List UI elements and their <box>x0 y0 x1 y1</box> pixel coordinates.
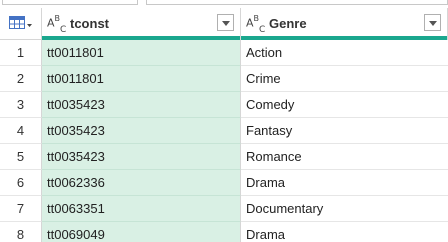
text-type-icon[interactable]: ABC <box>47 14 66 35</box>
cell-tconst[interactable]: tt0011801 <box>42 66 241 92</box>
column-filter-dropdown[interactable] <box>217 14 234 31</box>
column-title: tconst <box>70 16 109 31</box>
cell-genre[interactable]: Documentary <box>241 196 448 222</box>
cell-tconst[interactable]: tt0062336 <box>42 170 241 196</box>
row-number[interactable]: 4 <box>0 118 42 144</box>
grid-header: ABC tconst ABC Genre <box>0 8 448 40</box>
row-number[interactable]: 7 <box>0 196 42 222</box>
cell-genre[interactable]: Fantasy <box>241 118 448 144</box>
grid-rows: 1 tt0011801 Action 2 tt0011801 Crime 3 t… <box>0 40 448 242</box>
text-type-icon[interactable]: ABC <box>246 14 265 35</box>
table-row: 7 tt0063351 Documentary <box>0 196 448 222</box>
cell-genre[interactable]: Drama <box>241 222 448 242</box>
table-menu-button[interactable] <box>0 8 42 40</box>
cell-tconst[interactable]: tt0035423 <box>42 118 241 144</box>
table-row: 5 tt0035423 Romance <box>0 144 448 170</box>
row-number[interactable]: 1 <box>0 40 42 66</box>
row-number[interactable]: 6 <box>0 170 42 196</box>
table-row: 8 tt0069049 Drama <box>0 222 448 242</box>
table-row: 6 tt0062336 Drama <box>0 170 448 196</box>
cell-genre[interactable]: Drama <box>241 170 448 196</box>
cell-tconst[interactable]: tt0011801 <box>42 40 241 66</box>
cell-genre[interactable]: Action <box>241 40 448 66</box>
table-icon <box>9 16 32 29</box>
column-filter-dropdown[interactable] <box>424 14 441 31</box>
formula-bar-strip <box>0 0 448 6</box>
table-row: 2 tt0011801 Crime <box>0 66 448 92</box>
column-header-genre[interactable]: ABC Genre <box>241 8 448 40</box>
cell-tconst[interactable]: tt0069049 <box>42 222 241 242</box>
row-number[interactable]: 8 <box>0 222 42 242</box>
row-number[interactable]: 5 <box>0 144 42 170</box>
column-header-tconst[interactable]: ABC tconst <box>42 8 241 40</box>
formula-box[interactable] <box>146 0 448 5</box>
row-number[interactable]: 2 <box>0 66 42 92</box>
cell-genre[interactable]: Comedy <box>241 92 448 118</box>
table-row: 4 tt0035423 Fantasy <box>0 118 448 144</box>
row-number[interactable]: 3 <box>0 92 42 118</box>
cell-tconst[interactable]: tt0063351 <box>42 196 241 222</box>
table-row: 3 tt0035423 Comedy <box>0 92 448 118</box>
table-row: 1 tt0011801 Action <box>0 40 448 66</box>
column-title: Genre <box>269 16 307 31</box>
cell-genre[interactable]: Crime <box>241 66 448 92</box>
cell-tconst[interactable]: tt0035423 <box>42 92 241 118</box>
name-box[interactable] <box>2 0 138 5</box>
cell-tconst[interactable]: tt0035423 <box>42 144 241 170</box>
cell-genre[interactable]: Romance <box>241 144 448 170</box>
data-grid: ABC tconst ABC Genre 1 tt0011801 Action … <box>0 8 448 242</box>
